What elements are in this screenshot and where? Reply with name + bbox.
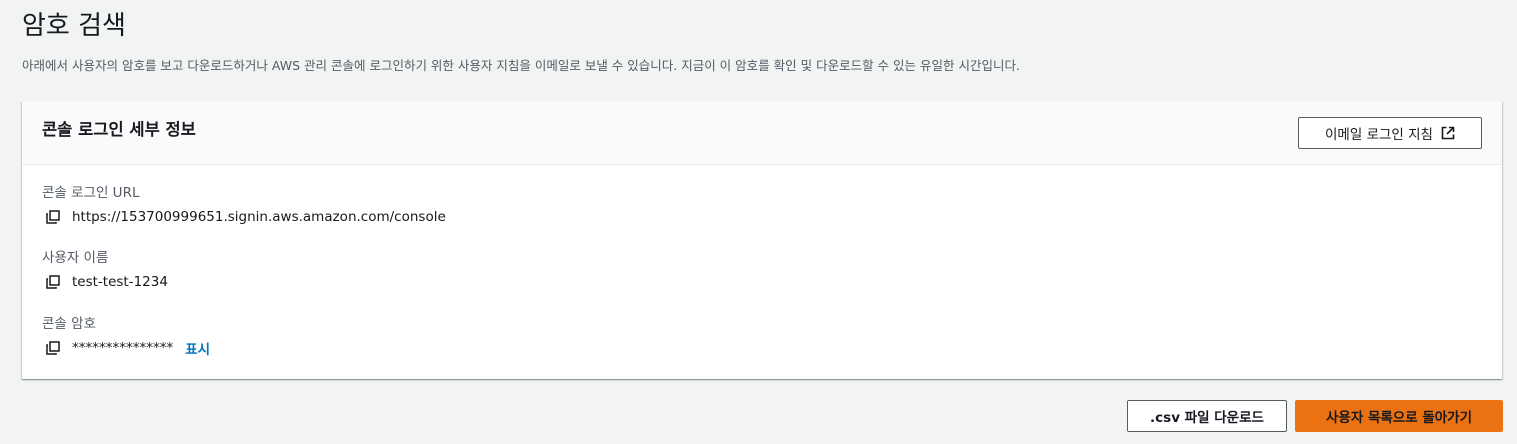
return-to-users-list-label: 사용자 목록으로 돌아가기 <box>1325 410 1473 426</box>
console-login-url-label: 콘솔 로그인 URL <box>42 185 140 201</box>
download-csv-label: .csv 파일 다운로드 <box>1150 410 1264 426</box>
copy-icon[interactable] <box>45 209 61 225</box>
return-to-users-list-button[interactable]: 사용자 목록으로 돌아가기 <box>1295 400 1503 432</box>
email-login-instructions-button[interactable]: 이메일 로그인 지침 <box>1298 117 1482 149</box>
external-link-icon <box>1441 126 1455 140</box>
console-login-details-panel: 콘솔 로그인 세부 정보 이메일 로그인 지침 콘솔 로그인 URL https… <box>22 101 1502 379</box>
console-password-value: *************** <box>72 340 174 356</box>
show-password-link[interactable]: 표시 <box>185 338 210 358</box>
console-login-url-field: 콘솔 로그인 URL https://153700999651.signin.a… <box>42 184 446 227</box>
console-password-row: *************** 표시 <box>42 338 210 358</box>
page-title: 암호 검색 <box>22 11 126 41</box>
username-label: 사용자 이름 <box>42 250 109 266</box>
download-csv-button[interactable]: .csv 파일 다운로드 <box>1127 400 1287 432</box>
email-login-instructions-label: 이메일 로그인 지침 <box>1325 127 1433 143</box>
username-value: test-test-1234 <box>72 274 168 290</box>
page-description: 아래에서 사용자의 암호를 보고 다운로드하거나 AWS 관리 콘솔에 로그인하… <box>22 58 1020 73</box>
console-password-field: 콘솔 암호 *************** 표시 <box>42 315 210 358</box>
copy-icon[interactable] <box>45 340 61 356</box>
console-login-url-row: https://153700999651.signin.aws.amazon.c… <box>42 207 446 227</box>
console-login-url-value: https://153700999651.signin.aws.amazon.c… <box>72 209 446 225</box>
username-field: 사용자 이름 test-test-1234 <box>42 249 168 292</box>
console-password-label: 콘솔 암호 <box>42 316 96 332</box>
copy-icon[interactable] <box>45 274 61 290</box>
panel-title: 콘솔 로그인 세부 정보 <box>42 120 196 139</box>
username-row: test-test-1234 <box>42 272 168 292</box>
panel-header: 콘솔 로그인 세부 정보 이메일 로그인 지침 <box>22 101 1502 165</box>
